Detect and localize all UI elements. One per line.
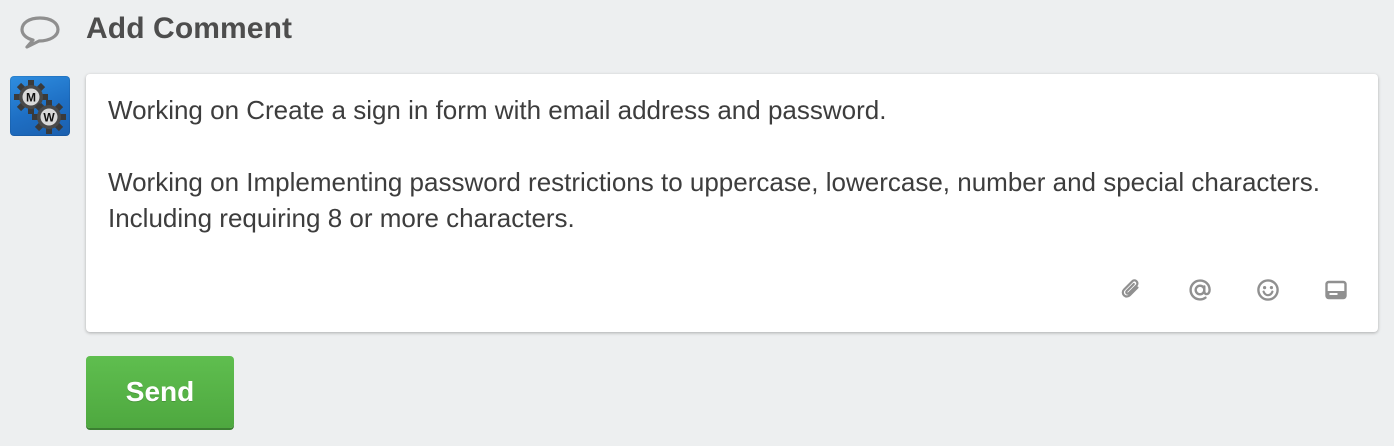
emoji-icon[interactable] — [1252, 274, 1284, 306]
comment-header: Add Comment — [18, 10, 292, 54]
speech-bubble-icon — [18, 12, 62, 52]
avatar-initial-top: M — [26, 91, 36, 105]
send-button[interactable]: Send — [86, 356, 234, 428]
comment-paragraph: Working on Create a sign in form with em… — [108, 95, 887, 125]
composer-toolbar — [1116, 274, 1352, 306]
card-icon[interactable] — [1320, 274, 1352, 306]
comment-text[interactable]: Working on Create a sign in form with em… — [108, 92, 1328, 236]
gears-avatar-icon: M W — [14, 80, 66, 134]
attach-icon[interactable] — [1116, 274, 1148, 306]
avatar-initial-bottom: W — [43, 111, 55, 125]
avatar[interactable]: M W — [10, 76, 70, 136]
comment-paragraph: Working on Implementing password restric… — [108, 167, 1328, 233]
page-title: Add Comment — [86, 12, 293, 45]
comment-textarea[interactable]: Working on Create a sign in form with em… — [86, 74, 1378, 332]
mention-icon[interactable] — [1184, 274, 1216, 306]
